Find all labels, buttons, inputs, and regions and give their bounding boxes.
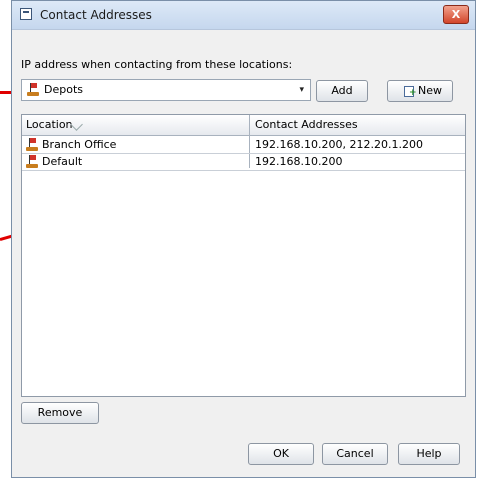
help-button[interactable]: Help bbox=[398, 443, 460, 465]
remove-button[interactable]: Remove bbox=[21, 402, 99, 424]
new-button[interactable]: New bbox=[387, 80, 453, 102]
cancel-button[interactable]: Cancel bbox=[322, 443, 388, 465]
location-cell: Branch Office bbox=[42, 138, 117, 151]
addresses-cell: 192.168.10.200 bbox=[255, 155, 343, 168]
contact-addresses-table: Location Contact Addresses Branch Office… bbox=[21, 114, 466, 397]
table-row[interactable]: Default 192.168.10.200 bbox=[22, 153, 465, 171]
close-button[interactable]: X bbox=[443, 5, 469, 24]
location-icon bbox=[26, 138, 40, 152]
addresses-cell: 192.168.10.200, 212.20.1.200 bbox=[255, 138, 423, 151]
contact-addresses-dialog: Contact Addresses X IP address when cont… bbox=[11, 0, 476, 478]
new-icon bbox=[404, 86, 417, 98]
title-bar: Contact Addresses X bbox=[12, 1, 475, 30]
window-icon bbox=[20, 8, 32, 20]
column-header-location[interactable]: Location bbox=[26, 118, 73, 131]
column-header-contact-addresses[interactable]: Contact Addresses bbox=[255, 118, 358, 131]
ok-button[interactable]: OK bbox=[248, 443, 314, 465]
chevron-down-icon[interactable]: ▾ bbox=[299, 85, 304, 95]
table-row[interactable]: Branch Office 192.168.10.200, 212.20.1.2… bbox=[22, 136, 465, 154]
ip-address-label: IP address when contacting from these lo… bbox=[21, 58, 293, 71]
window-title: Contact Addresses bbox=[40, 8, 152, 22]
location-cell: Default bbox=[42, 155, 83, 168]
table-header: Location Contact Addresses bbox=[22, 115, 465, 136]
location-dropdown[interactable]: Depots ▾ bbox=[21, 79, 311, 101]
location-icon bbox=[26, 155, 40, 169]
location-dropdown-value: Depots bbox=[44, 83, 83, 96]
location-icon bbox=[27, 83, 41, 97]
new-button-label: New bbox=[418, 84, 442, 97]
add-button[interactable]: Add bbox=[316, 80, 368, 102]
